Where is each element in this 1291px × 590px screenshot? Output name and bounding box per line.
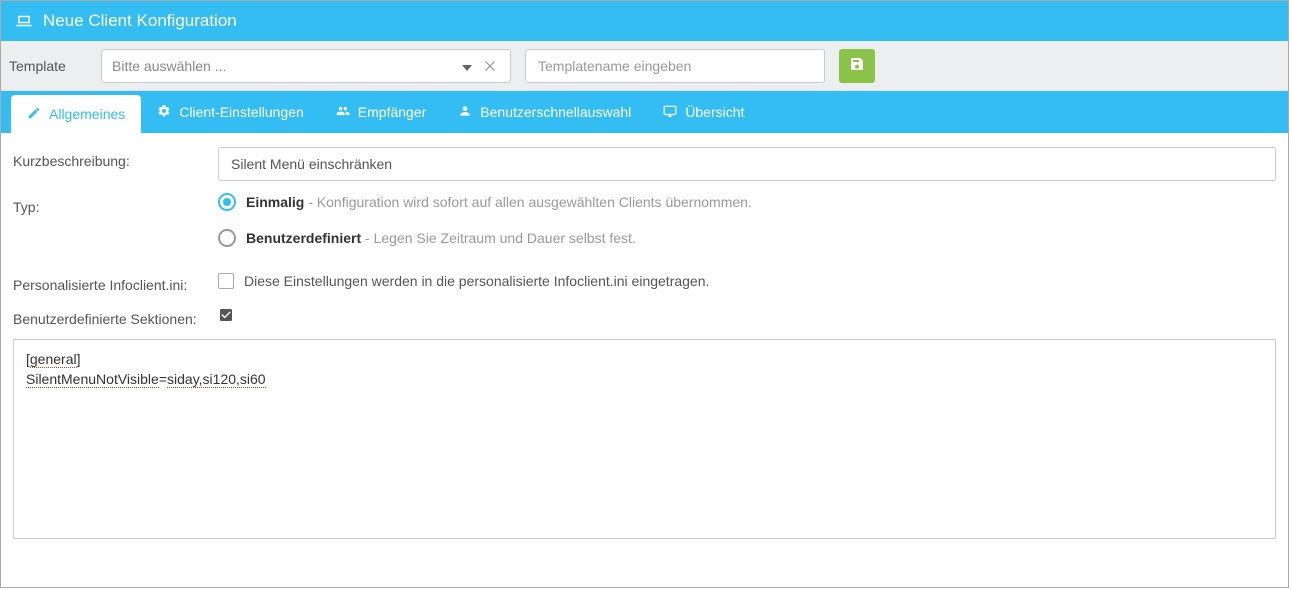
laptop-icon <box>15 12 33 30</box>
ini-checkbox-wrap[interactable]: Diese Einstellungen werden in die person… <box>218 273 709 289</box>
typ-radio-benutzerdefiniert[interactable]: Benutzerdefiniert - Legen Sie Zeitraum u… <box>218 229 1276 247</box>
code-text: siday,si120,si60 <box>167 371 266 388</box>
clear-select-icon[interactable] <box>480 58 500 74</box>
tab-allgemeines[interactable]: Allgemeines <box>11 95 141 133</box>
save-button[interactable] <box>839 49 875 83</box>
tab-label: Übersicht <box>685 104 744 120</box>
radio-label-strong: Benutzerdefiniert <box>246 230 361 246</box>
tab-uebersicht[interactable]: Übersicht <box>647 91 760 133</box>
tab-client-einstellungen[interactable]: Client-Einstellungen <box>141 91 320 133</box>
sections-textarea[interactable]: [general] SilentMenuNotVisible=siday,si1… <box>13 339 1276 539</box>
template-toolbar: Template Bitte auswählen ... <box>1 41 1288 91</box>
tab-label: Benutzerschnellauswahl <box>480 104 631 120</box>
tab-label: Allgemeines <box>49 106 125 122</box>
desc-label: Kurzbeschreibung: <box>13 147 218 169</box>
sections-label: Benutzerdefinierte Sektionen: <box>13 305 218 327</box>
checkbox-unchecked-icon <box>218 273 234 289</box>
panel-header: Neue Client Konfiguration <box>1 1 1288 41</box>
caret-down-icon <box>454 58 480 74</box>
panel-title: Neue Client Konfiguration <box>43 11 237 31</box>
radio-checked-icon <box>218 193 236 211</box>
tab-benutzerschnellauswahl[interactable]: Benutzerschnellauswahl <box>442 91 647 133</box>
tab-label: Empfänger <box>358 104 426 120</box>
users-icon <box>336 104 350 121</box>
radio-label-muted: - Legen Sie Zeitraum und Dauer selbst fe… <box>361 230 636 246</box>
tab-label: Client-Einstellungen <box>179 104 304 120</box>
typ-label: Typ: <box>13 193 218 215</box>
tab-content: Kurzbeschreibung: Typ: Einmalig - Konfig… <box>1 133 1288 551</box>
code-text: ] <box>77 351 81 367</box>
radio-unchecked-icon <box>218 229 236 247</box>
code-text: SilentMenuNotVisible <box>26 371 159 388</box>
sections-checkbox[interactable] <box>218 310 234 326</box>
code-text: general <box>30 351 77 368</box>
template-select[interactable]: Bitte auswählen ... <box>101 49 511 83</box>
code-text: = <box>159 371 167 387</box>
ini-checkbox-label: Diese Einstellungen werden in die person… <box>244 273 709 289</box>
template-name-input[interactable] <box>525 49 825 83</box>
typ-radio-einmalig[interactable]: Einmalig - Konfiguration wird sofort auf… <box>218 193 1276 211</box>
monitor-icon <box>663 104 677 121</box>
desc-input[interactable] <box>218 147 1276 181</box>
edit-icon <box>27 106 41 123</box>
gears-icon <box>157 104 171 121</box>
tab-empfaenger[interactable]: Empfänger <box>320 91 442 133</box>
user-icon <box>458 104 472 121</box>
radio-label-muted: - Konfiguration wird sofort auf allen au… <box>304 194 751 210</box>
radio-label-strong: Einmalig <box>246 194 304 210</box>
template-label: Template <box>9 58 87 74</box>
save-icon <box>849 56 865 75</box>
template-select-placeholder: Bitte auswählen ... <box>112 58 454 74</box>
ini-label: Personalisierte Infoclient.ini: <box>13 271 218 293</box>
tab-bar: Allgemeines Client-Einstellungen Empfäng… <box>1 91 1288 133</box>
